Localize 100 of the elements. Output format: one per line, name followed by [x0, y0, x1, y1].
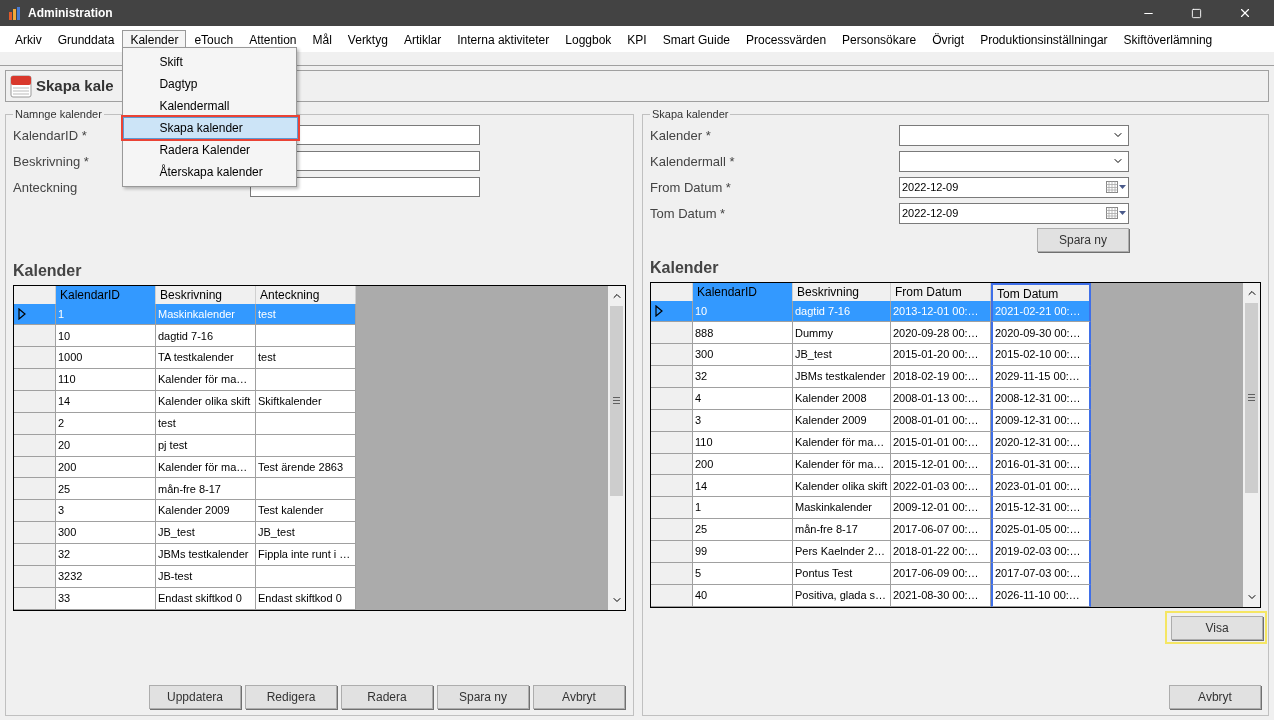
table-cell-text: 25	[695, 522, 708, 538]
table-row[interactable]: 40 Positiva, glada s… 2021-08-30 00:… 2026-11-10 00:…	[651, 584, 1091, 607]
app-icon	[8, 6, 22, 20]
column-header[interactable]: KalendarID	[693, 282, 793, 301]
field-label: Tom Datum *	[650, 206, 726, 221]
table-row[interactable]: 110 Kalender för ma… 2015-01-01 00:… 2020-12-31 00:…	[651, 431, 1091, 454]
calendar-dropdown-icon[interactable]	[1106, 207, 1126, 219]
table-row[interactable]: 300 JB_test 2015-01-20 00:… 2015-02-10 00:…	[651, 344, 1091, 367]
column-header[interactable]: Tom Datum	[991, 282, 1091, 301]
table-row[interactable]: 888 Dummy 2020-09-28 00:… 2020-09-30 00:…	[651, 322, 1091, 345]
table-row[interactable]: 99 Pers Kaelnder 2… 2018-01-22 00:… 2019-02-03 00:…	[651, 540, 1091, 563]
table-cell-text: Kalender för ma…	[158, 372, 248, 388]
table-cell-text: Test ärende 2863	[258, 459, 343, 475]
table-row[interactable]: 32 JBMs testkalender Fippla inte runt i …	[14, 543, 356, 566]
table-row[interactable]: 25 mån-fre 8-17	[14, 478, 356, 501]
table-cell-text: Kalender 2009	[158, 503, 230, 519]
table-row[interactable]: 3 Kalender 2009 Test kalender	[14, 500, 356, 523]
dropdown-field[interactable]	[899, 150, 1129, 172]
table-row[interactable]: 5 Pontus Test 2017-06-09 00:… 2017-07-03 00:…	[651, 562, 1091, 585]
action-button[interactable]: Avbryt	[1169, 685, 1261, 709]
dropdown-item[interactable]: Återskapa kalender	[123, 161, 297, 183]
table-cell-text: Positiva, glada s…	[795, 587, 887, 603]
table-cell-text: test	[158, 415, 176, 431]
table-row[interactable]: 4 Kalender 2008 2008-01-13 00:… 2008-12-31 00:…	[651, 387, 1091, 410]
menu-item[interactable]: Interna aktiviteter	[449, 30, 558, 50]
date-field[interactable]: 2022-12-09	[899, 176, 1129, 198]
table-cell-text: 300	[58, 525, 77, 541]
field-label: Kalendermall *	[650, 154, 735, 169]
menu-item[interactable]: Loggbok	[557, 30, 620, 50]
column-header[interactable]: KalendarID	[56, 285, 156, 304]
table-row[interactable]: 2 test	[14, 412, 356, 435]
action-button[interactable]: Visa	[1171, 615, 1263, 640]
table-cell-text: 1	[58, 306, 65, 322]
table-row[interactable]: 300 JB_test JB_test	[14, 522, 356, 544]
menu-item[interactable]: eTouch	[186, 30, 242, 50]
action-button[interactable]: Spara ny	[437, 685, 529, 709]
table-row[interactable]: 1000 TA testkalender test	[14, 347, 356, 370]
dropdown-item[interactable]: Dagtyp	[123, 73, 297, 95]
dropdown-item[interactable]: Radera Kalender	[123, 139, 297, 161]
table-cell-text: 888	[695, 325, 714, 341]
table-row[interactable]: 14 Kalender olika skift 2022-01-03 00:… 2023-01-01 00:…	[651, 475, 1091, 498]
vertical-scrollbar[interactable]	[1243, 282, 1260, 607]
table-row[interactable]: 14 Kalender olika skift Skiftkalender	[14, 390, 356, 413]
scrollbar-thumb[interactable]	[1245, 302, 1258, 493]
grip-icon	[613, 397, 620, 404]
action-button[interactable]: Uppdatera	[149, 685, 241, 709]
vertical-scrollbar[interactable]	[608, 285, 625, 610]
menu-item[interactable]: Produktionsinställningar	[972, 30, 1116, 50]
dropdown-field[interactable]	[899, 124, 1129, 146]
action-button[interactable]: Radera	[341, 685, 433, 709]
menu-item[interactable]: Grunddata	[49, 30, 123, 50]
table-row[interactable]: 200 Kalender för ma… Test ärende 2863	[14, 456, 356, 479]
table-cell-text: 2019-02-03 00:…	[995, 544, 1081, 560]
menu-item[interactable]: KPI	[619, 30, 655, 50]
table-row[interactable]: 20 pj test	[14, 434, 356, 457]
menu-item[interactable]: Mål	[304, 30, 340, 50]
menu-item[interactable]: Artiklar	[395, 30, 450, 50]
table-cell-text: 2018-02-19 00:…	[893, 369, 979, 385]
menu-item[interactable]: Arkiv	[7, 30, 50, 50]
table-cell-text: JBMs testkalender	[795, 369, 886, 385]
menu-item[interactable]: Skiftöverlämning	[1115, 30, 1221, 50]
table-cell-text: 2015-02-10 00:…	[995, 347, 1081, 363]
menu-item[interactable]: Attention	[241, 30, 305, 50]
table-cell-text: 2023-01-01 00:…	[995, 478, 1081, 494]
table-row[interactable]: 32 JBMs testkalender 2018-02-19 00:… 2029-11-15 00:…	[651, 366, 1091, 388]
dropdown-item[interactable]: Kalendermall	[123, 95, 297, 117]
menu-item[interactable]: Personsökare	[834, 30, 925, 50]
menu-item[interactable]: Verktyg	[339, 30, 396, 50]
dropdown-item[interactable]: Skift	[123, 51, 297, 73]
menu-item[interactable]: Processvärden	[738, 30, 835, 50]
calendar-dropdown-icon[interactable]	[1106, 181, 1126, 193]
action-button[interactable]: Redigera	[245, 685, 337, 709]
table-cell-text: 2020-09-28 00:…	[893, 325, 979, 341]
table-cell-text: Skiftkalender	[258, 394, 322, 410]
table-row[interactable]: 10 dagtid 7-16	[14, 325, 356, 348]
menu-item[interactable]: Smart Guide	[654, 30, 739, 50]
table-row[interactable]: 3232 JB-test	[14, 565, 356, 588]
table-cell-text: 2015-12-31 00:…	[995, 500, 1081, 516]
menu-item[interactable]: Övrigt	[924, 30, 973, 50]
table-cell-text: Kalender olika skift	[158, 394, 251, 410]
table-cell-text: 10	[58, 328, 71, 344]
action-button[interactable]: Spara ny	[1037, 227, 1129, 252]
table-cell-text: JB_test	[258, 525, 295, 541]
table-cell-text: 200	[695, 456, 714, 472]
table-row[interactable]: 25 mån-fre 8-17 2017-06-07 00:… 2025-01-05 00:…	[651, 519, 1091, 541]
action-button[interactable]: Avbryt	[533, 685, 625, 709]
table-row[interactable]: 200 Kalender för ma… 2015-12-01 00:… 2016-01-31 00:…	[651, 453, 1091, 476]
close-icon[interactable]	[1238, 6, 1252, 20]
date-field[interactable]: 2022-12-09	[899, 202, 1129, 224]
table-row[interactable]: 3 Kalender 2009 2008-01-01 00:… 2009-12-31 00:…	[651, 409, 1091, 432]
dropdown-item[interactable]: Skapa kalender	[123, 117, 299, 139]
table-row[interactable]: 33 Endast skiftkod 0 Endast skiftkod 0	[14, 587, 356, 610]
scrollbar-thumb[interactable]	[610, 305, 623, 496]
table-row[interactable]: 110 Kalender för ma…	[14, 369, 356, 391]
row-pointer-icon	[18, 307, 26, 320]
menu-item[interactable]: Kalender	[122, 29, 187, 50]
field-label: Anteckning	[13, 179, 78, 195]
table-row[interactable]: 1 Maskinkalender 2009-12-01 00:… 2015-12-31 00:…	[651, 497, 1091, 520]
maximize-icon[interactable]	[1191, 7, 1202, 19]
table-cell-text: 2008-01-13 00:…	[893, 391, 979, 407]
